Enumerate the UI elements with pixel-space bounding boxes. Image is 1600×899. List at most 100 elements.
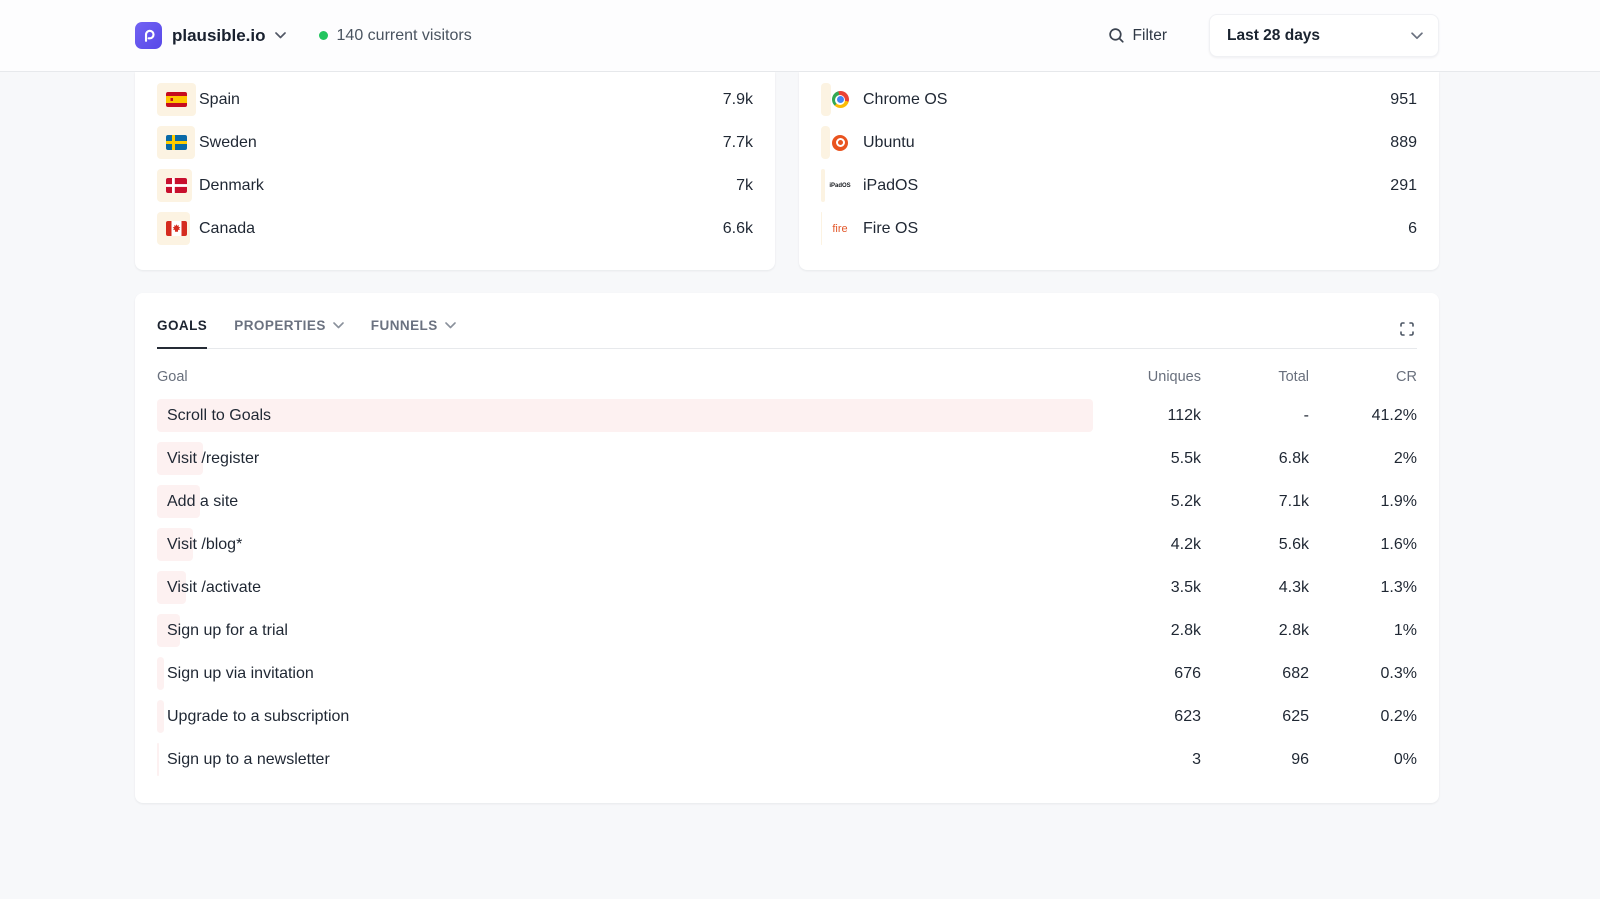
goal-row[interactable]: Visit /activate3.5k4.3k1.3% — [157, 566, 1417, 609]
item-value: 6 — [1408, 220, 1417, 238]
item-name: Canada — [199, 220, 255, 238]
list-item[interactable]: Canada 6.6k — [157, 207, 753, 250]
goal-cr: 1% — [1309, 622, 1417, 640]
item-value: 7.7k — [723, 134, 753, 152]
plausible-logo-icon — [135, 22, 162, 49]
site-name: plausible.io — [172, 26, 266, 46]
goal-total: 7.1k — [1201, 493, 1309, 511]
chevron-down-icon — [275, 32, 286, 39]
site-switcher[interactable]: plausible.io — [135, 22, 286, 49]
item-value: 291 — [1390, 177, 1417, 195]
list-item[interactable]: Sweden7.7k — [157, 121, 753, 164]
goals-tabs-row: GOALS PROPERTIES FUNNELS — [157, 293, 1417, 349]
item-name: Spain — [199, 91, 240, 109]
list-item[interactable]: Spain 7.9k — [157, 78, 753, 121]
fire-os-icon: fire — [829, 223, 851, 235]
expand-icon[interactable] — [1397, 319, 1417, 339]
goal-name: Visit /blog* — [157, 536, 1093, 554]
goal-uniques: 3.5k — [1093, 579, 1201, 597]
top-bar: plausible.io 140 current visitors Filter… — [0, 0, 1600, 72]
goal-row[interactable]: Visit /register5.5k6.8k2% — [157, 437, 1417, 480]
goal-total: 4.3k — [1201, 579, 1309, 597]
goal-cr: 1.3% — [1309, 579, 1417, 597]
goal-name: Visit /register — [157, 450, 1093, 468]
item-name: Denmark — [199, 177, 264, 195]
list-item[interactable]: Denmark7k — [157, 164, 753, 207]
goal-name: Upgrade to a subscription — [157, 708, 1093, 726]
ubuntu-icon — [829, 135, 851, 151]
goal-row[interactable]: Add a site5.2k7.1k1.9% — [157, 480, 1417, 523]
goal-name: Visit /activate — [157, 579, 1093, 597]
goal-cr: 0.2% — [1309, 708, 1417, 726]
goal-row[interactable]: Sign up for a trial2.8k2.8k1% — [157, 609, 1417, 652]
chrome-os-icon — [829, 91, 851, 108]
tab-label: PROPERTIES — [234, 318, 326, 333]
goal-uniques: 676 — [1093, 665, 1201, 683]
spain-flag-icon — [165, 92, 187, 107]
item-name: Chrome OS — [863, 91, 947, 109]
goals-card: GOALS PROPERTIES FUNNELS Goal Uniques Tota… — [135, 293, 1439, 803]
goal-name: Sign up for a trial — [157, 622, 1093, 640]
goal-total: 682 — [1201, 665, 1309, 683]
goal-name: Sign up via invitation — [157, 665, 1093, 683]
column-total: Total — [1201, 369, 1309, 385]
item-value: 7.9k — [723, 91, 753, 109]
goal-uniques: 2.8k — [1093, 622, 1201, 640]
goal-uniques: 112k — [1093, 407, 1201, 425]
tab-label: FUNNELS — [371, 318, 438, 333]
list-item[interactable]: iPadOSiPadOS291 — [821, 164, 1417, 207]
chevron-down-icon — [1411, 32, 1423, 40]
tab-properties[interactable]: PROPERTIES — [234, 318, 344, 349]
tab-goals[interactable]: GOALS — [157, 318, 207, 349]
goal-name: Sign up to a newsletter — [157, 751, 1093, 769]
filter-button[interactable]: Filter — [1108, 27, 1167, 45]
goals-table-header: Goal Uniques Total CR — [157, 369, 1417, 385]
goal-row[interactable]: Visit /blog*4.2k5.6k1.6% — [157, 523, 1417, 566]
goal-total: 5.6k — [1201, 536, 1309, 554]
item-value: 6.6k — [723, 220, 753, 238]
search-icon — [1108, 27, 1125, 44]
goal-cr: 0.3% — [1309, 665, 1417, 683]
goal-cr: 0% — [1309, 751, 1417, 769]
goal-row[interactable]: Upgrade to a subscription6236250.2% — [157, 695, 1417, 738]
item-name: Fire OS — [863, 220, 918, 238]
date-range-value: Last 28 days — [1227, 27, 1320, 45]
goal-row[interactable]: Sign up to a newsletter3960% — [157, 738, 1417, 781]
filter-label: Filter — [1133, 27, 1167, 45]
countries-list: Spain 7.9k Sweden7.7kDenmark7k Canada 6.6k — [157, 78, 753, 250]
goals-table-body: Scroll to Goals112k-41.2%Visit /register… — [157, 394, 1417, 781]
goal-total: 6.8k — [1201, 450, 1309, 468]
list-item[interactable]: fire Fire OS 6 — [821, 207, 1417, 250]
goal-name: Add a site — [157, 493, 1093, 511]
canada-flag-icon — [165, 221, 187, 236]
column-cr: CR — [1309, 369, 1417, 385]
dashboard-content: Spain 7.9k Sweden7.7kDenmark7k Canada 6.6k C… — [135, 72, 1439, 803]
goal-uniques: 623 — [1093, 708, 1201, 726]
tab-funnels[interactable]: FUNNELS — [371, 318, 456, 349]
goal-uniques: 5.2k — [1093, 493, 1201, 511]
list-item[interactable]: Chrome OS 951 — [821, 78, 1417, 121]
sweden-flag-icon — [165, 135, 187, 150]
goal-uniques: 4.2k — [1093, 536, 1201, 554]
goal-total: - — [1201, 407, 1309, 425]
goal-name: Scroll to Goals — [157, 407, 1093, 425]
goal-row[interactable]: Sign up via invitation6766820.3% — [157, 652, 1417, 695]
goal-cr: 1.9% — [1309, 493, 1417, 511]
chevron-down-icon — [333, 322, 344, 329]
goal-row[interactable]: Scroll to Goals112k-41.2% — [157, 394, 1417, 437]
goals-tabs: GOALS PROPERTIES FUNNELS — [157, 318, 483, 348]
operating-systems-list: Chrome OS951Ubuntu889iPadOSiPadOS291fire… — [821, 78, 1417, 250]
goal-cr: 2% — [1309, 450, 1417, 468]
goal-total: 2.8k — [1201, 622, 1309, 640]
item-value: 951 — [1390, 91, 1417, 109]
date-range-picker[interactable]: Last 28 days — [1209, 14, 1439, 57]
goal-cr: 41.2% — [1309, 407, 1417, 425]
list-item[interactable]: Ubuntu889 — [821, 121, 1417, 164]
chevron-down-icon — [445, 322, 456, 329]
goal-uniques: 5.5k — [1093, 450, 1201, 468]
live-dot-icon — [319, 31, 328, 40]
goal-total: 96 — [1201, 751, 1309, 769]
current-visitors[interactable]: 140 current visitors — [319, 27, 472, 45]
countries-card: Spain 7.9k Sweden7.7kDenmark7k Canada 6.6k — [135, 72, 775, 270]
column-uniques: Uniques — [1093, 369, 1201, 385]
